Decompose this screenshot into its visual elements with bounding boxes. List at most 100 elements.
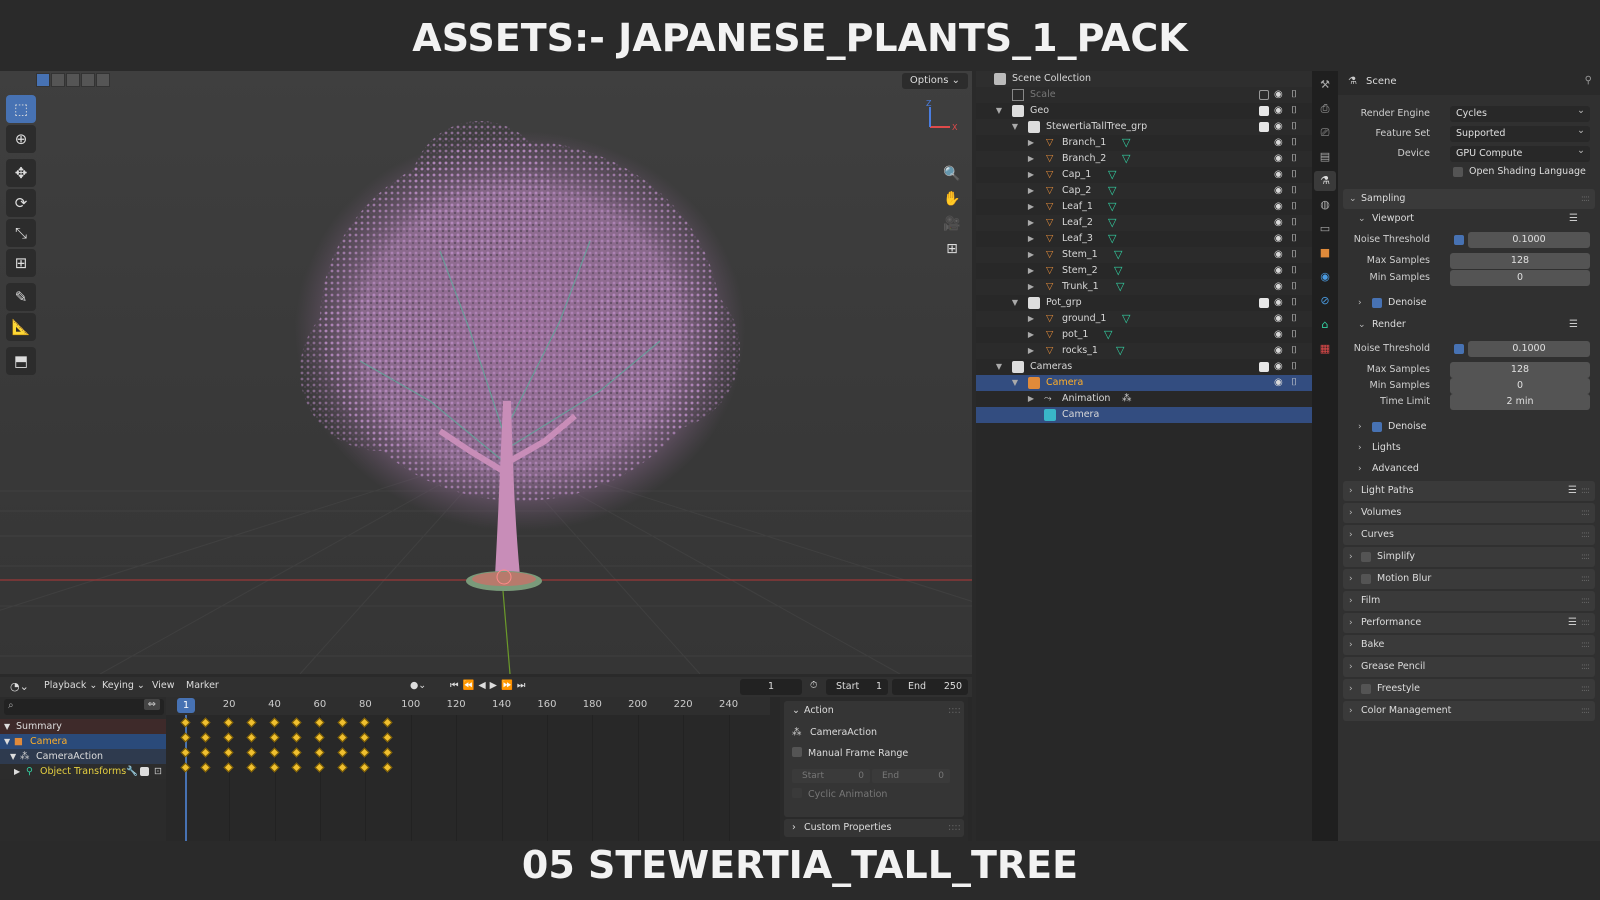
time-limit-field[interactable]: 2 min (1450, 394, 1590, 410)
outliner[interactable]: Scene Collection Scale ◉ ⌷ ▼ Geo ◉ ⌷ ▼ S… (976, 71, 1312, 841)
timeline-editor[interactable]: ◔⌄ Playback ⌄ Keying ⌄ View Marker ●⌄ ⏮⏪… (0, 677, 972, 841)
keyframe[interactable] (180, 732, 191, 743)
keyframe[interactable] (180, 762, 191, 773)
motion-blur-checkbox[interactable] (1361, 574, 1371, 584)
motion-blur-panel[interactable]: › Motion Blur :::: (1343, 569, 1595, 589)
simplify-checkbox[interactable] (1361, 552, 1371, 562)
eye-icon[interactable]: ◉ (1274, 359, 1283, 375)
render-camera-icon[interactable]: ⌷ (1291, 295, 1297, 311)
render-tab-icon[interactable]: ⎙ (1314, 99, 1336, 119)
render-camera-icon[interactable]: ⌷ (1291, 231, 1297, 247)
expand-arrow-icon[interactable]: ▶ (1026, 391, 1036, 407)
keyframe[interactable] (291, 717, 302, 728)
stopwatch-icon[interactable]: ⏱ (810, 680, 817, 691)
scene-tab-icon[interactable]: ⚗ (1314, 171, 1336, 191)
render-camera-icon[interactable]: ⌷ (1291, 103, 1297, 119)
min-samples-field[interactable]: 0 (1450, 378, 1590, 394)
outliner-row[interactable]: ▶ ▽ Stem_2 ▽ ◉ ⌷ (976, 263, 1312, 279)
keyframe[interactable] (382, 747, 393, 758)
outliner-row[interactable]: ▼ Cameras ◉ ⌷ (976, 359, 1312, 375)
expand-arrow-icon[interactable]: ▼ (10, 749, 16, 764)
move-icon[interactable]: ✥ (6, 159, 36, 187)
noise-threshold-checkbox[interactable] (1454, 344, 1464, 354)
expand-arrow-icon[interactable]: ▼ (4, 719, 10, 734)
eye-icon[interactable]: ◉ (1274, 87, 1283, 103)
freestyle-panel[interactable]: › Freestyle :::: (1343, 679, 1595, 699)
volumes-panel[interactable]: › Volumes :::: (1343, 503, 1595, 523)
drag-grip-icon[interactable]: :::: (1581, 591, 1590, 611)
drag-grip-icon[interactable]: :::: (1581, 189, 1590, 209)
transform-icon[interactable]: ⊞ (6, 249, 36, 277)
osl-row[interactable]: Open Shading Language (1338, 163, 1600, 181)
presets-list-icon[interactable]: ☰ (1569, 210, 1578, 228)
render-camera-icon[interactable]: ⌷ (1291, 263, 1297, 279)
channel-object[interactable]: ▼ ■ Camera (0, 734, 166, 749)
chevron-down-icon[interactable]: ⌄ (792, 703, 800, 719)
keyframe[interactable] (200, 717, 211, 728)
expand-arrow-icon[interactable]: ▶ (14, 764, 20, 779)
ortho-grid-icon[interactable]: ⊞ (940, 238, 964, 260)
current-frame-field[interactable]: 1 (740, 679, 802, 695)
keyframe[interactable] (246, 732, 257, 743)
drag-grip-icon[interactable]: :::: (1581, 547, 1590, 567)
outliner-row[interactable]: ▶ ▽ ground_1 ▽ ◉ ⌷ (976, 311, 1312, 327)
keyframe[interactable] (359, 762, 370, 773)
lock-icon[interactable]: ⊡ (154, 764, 162, 779)
presets-list-icon[interactable]: ☰ (1569, 316, 1578, 334)
render-camera-icon[interactable]: ⌷ (1291, 183, 1297, 199)
expand-arrow-icon[interactable]: ▼ (994, 359, 1004, 375)
keyframe[interactable] (200, 747, 211, 758)
keyframe[interactable] (291, 762, 302, 773)
keyframe[interactable] (180, 747, 191, 758)
keyframe[interactable] (382, 717, 393, 728)
lights-subpanel[interactable]: › Lights (1352, 439, 1592, 457)
outliner-row[interactable]: ▶ ▽ Stem_1 ▽ ◉ ⌷ (976, 247, 1312, 263)
expand-arrow-icon[interactable]: ▼ (1010, 119, 1020, 135)
noise-threshold-field[interactable]: 0.1000 (1468, 341, 1590, 357)
keyframe[interactable] (180, 717, 191, 728)
render-camera-icon[interactable]: ⌷ (1291, 247, 1297, 263)
exclude-checkbox[interactable] (1259, 298, 1269, 308)
render-camera-icon[interactable]: ⌷ (1291, 343, 1297, 359)
outliner-row[interactable]: ▶ ▽ Leaf_3 ▽ ◉ ⌷ (976, 231, 1312, 247)
render-engine-dropdown[interactable]: Cycles (1450, 103, 1590, 122)
object-tab-icon[interactable]: ■ (1314, 243, 1336, 263)
drag-grip-icon[interactable]: :::: (1581, 569, 1590, 589)
frame-ruler[interactable]: 20 40 60 80 100 120 140 160 180 200 220 240 1 (166, 697, 770, 715)
viewport-subpanel-header[interactable]: ⌄ Viewport ☰ (1352, 210, 1592, 228)
mesh-data-icon[interactable]: ▽ (1116, 279, 1124, 295)
eye-icon[interactable]: ◉ (1274, 199, 1283, 215)
channel-action[interactable]: ▼ ⁂ CameraAction (0, 749, 166, 764)
drag-grip-icon[interactable]: :::: (1581, 525, 1590, 545)
rotate-icon[interactable]: ⟳ (6, 189, 36, 217)
viewport-denoise-subpanel[interactable]: › Denoise (1352, 294, 1592, 312)
eye-icon[interactable]: ◉ (1274, 279, 1283, 295)
outliner-row[interactable]: ▶ ▽ Branch_1 ▽ ◉ ⌷ (976, 135, 1312, 151)
outliner-row[interactable]: ▼ Geo ◉ ⌷ (976, 103, 1312, 119)
zoom-icon[interactable]: 🔍 (940, 163, 964, 185)
presets-list-icon[interactable]: ☰ (1568, 613, 1577, 633)
axis-gizmo[interactable]: Z X (920, 97, 960, 141)
keyframe[interactable] (314, 747, 325, 758)
eye-icon[interactable]: ◉ (1274, 311, 1283, 327)
advanced-subpanel[interactable]: › Advanced (1352, 460, 1592, 478)
tool-tab-icon[interactable]: ⚒ (1314, 75, 1336, 95)
render-camera-icon[interactable]: ⌷ (1291, 199, 1297, 215)
keyframe[interactable] (246, 717, 257, 728)
performance-panel[interactable]: › Performance ☰ :::: (1343, 613, 1595, 633)
output-tab-icon[interactable]: ⎚ (1314, 123, 1336, 143)
mesh-data-icon[interactable]: ▽ (1108, 183, 1116, 199)
outliner-row-active[interactable]: Camera (976, 407, 1312, 423)
expand-arrow-icon[interactable]: ▶ (1026, 183, 1036, 199)
view-layer-tab-icon[interactable]: ▤ (1314, 147, 1336, 167)
editor-type-icon[interactable]: ◔⌄ (10, 680, 29, 693)
expand-arrow-icon[interactable]: ▶ (1026, 231, 1036, 247)
channel-list[interactable]: ⌕ ⇔ ▼ Summary ▼ ■ Camera ▼ ⁂ CameraActio… (0, 697, 166, 841)
eye-icon[interactable]: ◉ (1274, 151, 1283, 167)
options-dropdown[interactable]: Options ⌄ (901, 73, 968, 89)
dopesheet-frames[interactable]: 20 40 60 80 100 120 140 160 180 200 220 240 1 (166, 697, 770, 841)
add-cube-icon[interactable]: ⬒ (6, 347, 36, 375)
drag-grip-icon[interactable]: :::: (1581, 503, 1590, 523)
manual-frame-range-checkbox[interactable] (792, 747, 802, 757)
max-samples-field[interactable]: 128 (1450, 253, 1590, 269)
